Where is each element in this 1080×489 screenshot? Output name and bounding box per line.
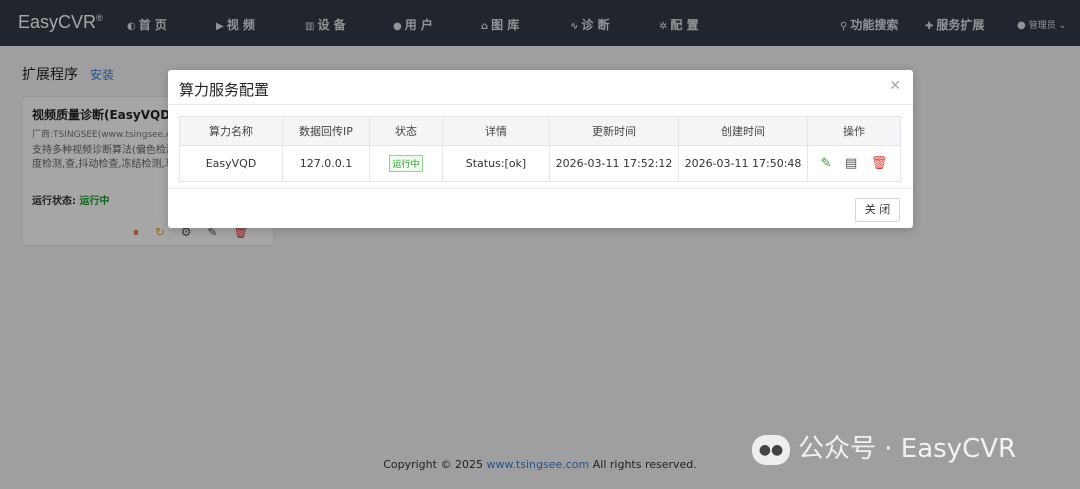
- column-header: 更新时间: [549, 116, 679, 146]
- dialog-header: 算力服务配置 ✕: [168, 70, 913, 105]
- column-header: 数据回传IP: [282, 116, 370, 146]
- column-header: 创建时间: [678, 116, 808, 146]
- close-button[interactable]: 关 闭: [855, 198, 900, 222]
- watermark-text: 公众号 · EasyCVR: [798, 434, 1017, 464]
- callback-ip-cell: 127.0.0.1: [282, 145, 370, 182]
- edit-icon[interactable]: ✎: [821, 156, 832, 171]
- wechat-watermark: ●● 公众号 · EasyCVR: [752, 428, 1016, 465]
- status-badge: 运行中: [389, 155, 423, 172]
- compute-service-config-dialog: 算力服务配置 ✕ 算力名称 数据回传IP 状态 详情 更新时间 创建时间 操作 …: [168, 70, 913, 228]
- created-time-cell: 2026-03-11 17:50:48: [678, 145, 808, 182]
- column-header: 操作: [807, 116, 901, 146]
- compute-service-table: 算力名称 数据回传IP 状态 详情 更新时间 创建时间 操作 EasyVQD 1…: [179, 116, 901, 182]
- dialog-footer: 关 闭: [168, 188, 913, 229]
- status-cell: 运行中: [369, 145, 443, 182]
- updated-time-cell: 2026-03-11 17:52:12: [549, 145, 679, 182]
- column-header: 详情: [442, 116, 550, 146]
- log-icon[interactable]: ▤: [845, 156, 857, 171]
- column-header: 算力名称: [179, 116, 283, 146]
- dialog-title: 算力服务配置: [179, 81, 270, 99]
- detail-cell: Status:[ok]: [442, 145, 550, 182]
- close-icon[interactable]: ✕: [889, 78, 901, 94]
- service-name-cell: EasyVQD: [179, 145, 283, 182]
- wechat-icon: ●●: [752, 434, 790, 465]
- column-header: 状态: [369, 116, 443, 146]
- table-row: EasyVQD 127.0.0.1 运行中 Status:[ok] 2026-0…: [179, 145, 901, 182]
- delete-icon[interactable]: 🗑: [871, 156, 888, 171]
- actions-cell: ✎ ▤ 🗑: [807, 145, 901, 182]
- table-header-row: 算力名称 数据回传IP 状态 详情 更新时间 创建时间 操作: [179, 116, 901, 146]
